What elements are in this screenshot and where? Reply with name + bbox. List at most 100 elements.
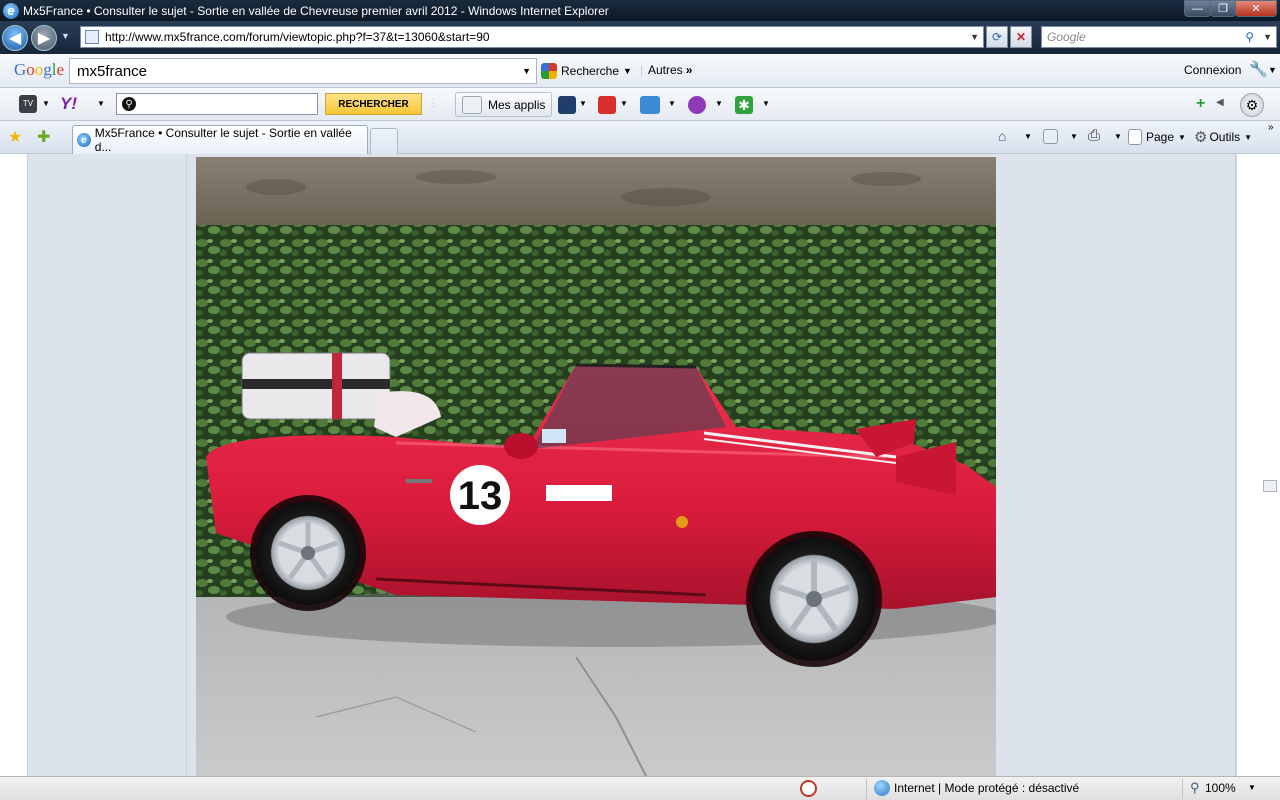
feeds-dropdown-icon[interactable]: ▼ (1070, 132, 1078, 141)
yahoo-toolbar: TV ▼ Y! ▼ ⚲ RECHERCHER ⋮ Mes applis ▼ ▼ … (0, 88, 1280, 121)
status-separator (866, 779, 867, 799)
favorites-tab-bar: ★ ✚ e Mx5France • Consulter le sujet - S… (0, 121, 1280, 154)
maximize-button[interactable]: ❐ (1210, 0, 1236, 17)
widget-dropdown-icon[interactable]: ▼ (762, 99, 770, 108)
home-icon[interactable]: ⌂ (998, 128, 1006, 144)
tv-dropdown-icon[interactable]: ▼ (42, 99, 50, 108)
refresh-button[interactable]: ⟳ (986, 26, 1008, 48)
tools-dropdown-icon: ▼ (1244, 132, 1253, 142)
wrench-icon[interactable]: 🔧 (1249, 60, 1268, 78)
command-overflow-icon[interactable]: » (1268, 122, 1274, 133)
status-separator-2 (1182, 779, 1183, 799)
magnifier-icon: ⚲ (122, 97, 136, 111)
back-button[interactable]: ◀ (2, 25, 28, 51)
google-logo[interactable]: Google (14, 60, 64, 80)
tv-icon[interactable]: TV (19, 95, 37, 113)
print-dropdown-icon[interactable]: ▼ (1114, 132, 1122, 141)
race-number: 13 (458, 474, 503, 518)
search-input[interactable]: Google ⚲ ▼ (1041, 26, 1277, 48)
google-signin-button[interactable]: Connexion (1184, 63, 1241, 77)
luggage-rack (241, 352, 391, 420)
messenger-icon[interactable] (688, 96, 706, 114)
tools-gear-icon: ⚙ (1194, 129, 1208, 146)
search-placeholder: Google (1047, 30, 1086, 44)
print-icon[interactable]: ⎙ (1088, 127, 1100, 144)
add-icon[interactable]: + (1196, 95, 1205, 113)
widget-icon[interactable]: ✱ (735, 96, 753, 114)
scroll-left-icon[interactable]: ◀ (1216, 97, 1224, 108)
search-icon[interactable]: ⚲ (1245, 30, 1254, 44)
page-menu-button[interactable]: Page ▼ (1128, 129, 1186, 145)
zoom-magnifier-icon: ⚲ (1190, 780, 1200, 795)
record-icon[interactable] (598, 96, 616, 114)
tab-active[interactable]: e Mx5France • Consulter le sujet - Sorti… (72, 125, 368, 154)
google-search-button[interactable]: Recherche ▼ (541, 63, 632, 79)
mail-dropdown-icon[interactable]: ▼ (668, 99, 676, 108)
home-dropdown-icon[interactable]: ▼ (1024, 132, 1032, 141)
tab-favicon-icon: e (77, 133, 91, 147)
vertical-scrollbar[interactable] (1236, 154, 1280, 776)
window-title: Mx5France • Consulter le sujet - Sortie … (23, 3, 609, 18)
google-search-dropdown-icon: ▼ (623, 66, 632, 76)
media-player-icon[interactable] (558, 96, 576, 114)
yahoo-dropdown-icon[interactable]: ▼ (97, 99, 105, 108)
toolbar-separator: | (640, 63, 644, 77)
address-dropdown-icon[interactable]: ▼ (970, 32, 979, 42)
back-arrow-icon: ◀ (8, 30, 22, 47)
address-url: http://www.mx5france.com/forum/viewtopic… (105, 30, 490, 44)
security-zone-text: Internet | Mode protégé : désactivé (894, 781, 1080, 795)
minimize-button[interactable]: — (1184, 0, 1211, 17)
tab-label: Mx5France • Consulter le sujet - Sortie … (94, 126, 352, 154)
google-more-label: Autres (648, 63, 683, 77)
post-photo-red-mx5[interactable]: 13 (196, 157, 996, 776)
feeds-icon[interactable] (1043, 129, 1058, 144)
tools-menu-button[interactable]: ⚙ Outils ▼ (1194, 128, 1252, 146)
wrench-dropdown-icon[interactable]: ▼ (1268, 65, 1277, 75)
close-window-button[interactable]: ✕ (1235, 0, 1277, 17)
forward-button[interactable]: ▶ (31, 25, 57, 51)
google-query: mx5france (77, 62, 148, 80)
apps-icon (462, 95, 482, 114)
yahoo-search-input[interactable]: ⚲ (116, 93, 318, 115)
google-search-label: Recherche (561, 64, 620, 78)
yahoo-logo[interactable]: Y! (60, 94, 77, 114)
google-toolbar: Google mx5france ▼ Recherche ▼ | Autres» … (0, 54, 1280, 88)
address-bar[interactable]: http://www.mx5france.com/forum/viewtopic… (80, 26, 984, 48)
zoom-level[interactable]: 100% (1205, 781, 1236, 795)
window-titlebar: e Mx5France • Consulter le sujet - Sorti… (0, 0, 1280, 21)
google-query-dropdown-icon[interactable]: ▼ (522, 66, 531, 76)
status-bar: Internet | Mode protégé : désactivé ⚲ 10… (0, 776, 1280, 800)
new-tab-button[interactable] (370, 128, 398, 154)
history-dropdown-icon[interactable]: ▼ (61, 31, 70, 41)
media-dropdown-icon[interactable]: ▼ (579, 99, 587, 108)
google-search-icon (541, 63, 557, 79)
globe-icon (874, 780, 890, 796)
google-search-input[interactable]: mx5france ▼ (69, 58, 537, 84)
settings-gear-icon[interactable]: ⚙ (1240, 93, 1264, 117)
privacy-eye-icon[interactable] (800, 780, 817, 797)
mail-icon[interactable] (640, 96, 660, 114)
favorites-star-icon[interactable]: ★ (8, 127, 22, 147)
my-apps-label: Mes applis (488, 97, 546, 112)
page-dropdown-icon: ▼ (1178, 132, 1186, 142)
car-photo-illustration: 13 (196, 157, 996, 776)
yahoo-search-button[interactable]: RECHERCHER (325, 93, 422, 115)
add-favorite-icon[interactable]: ✚ (37, 127, 50, 147)
my-apps-button[interactable]: Mes applis (455, 92, 553, 117)
messenger-dropdown-icon[interactable]: ▼ (715, 99, 723, 108)
tools-menu-label: Outils (1209, 130, 1241, 144)
toolbar-grip: ⋮ (428, 98, 438, 109)
stop-icon: ✕ (1015, 30, 1027, 44)
refresh-icon: ⟳ (991, 30, 1003, 44)
stop-button[interactable]: ✕ (1010, 26, 1032, 48)
page-icon (85, 30, 99, 44)
page-left-margin (0, 154, 28, 776)
record-dropdown-icon[interactable]: ▼ (620, 99, 628, 108)
zoom-dropdown-icon[interactable]: ▼ (1248, 783, 1256, 792)
forward-arrow-icon: ▶ (37, 30, 51, 47)
scrollbar-thumb-grip[interactable] (1263, 480, 1277, 492)
address-row: ◀ ▶ ▼ http://www.mx5france.com/forum/vie… (0, 21, 1280, 54)
page-menu-label: Page (1146, 130, 1175, 144)
google-more-button[interactable]: Autres» (648, 63, 692, 77)
search-provider-dropdown-icon[interactable]: ▼ (1263, 32, 1272, 42)
